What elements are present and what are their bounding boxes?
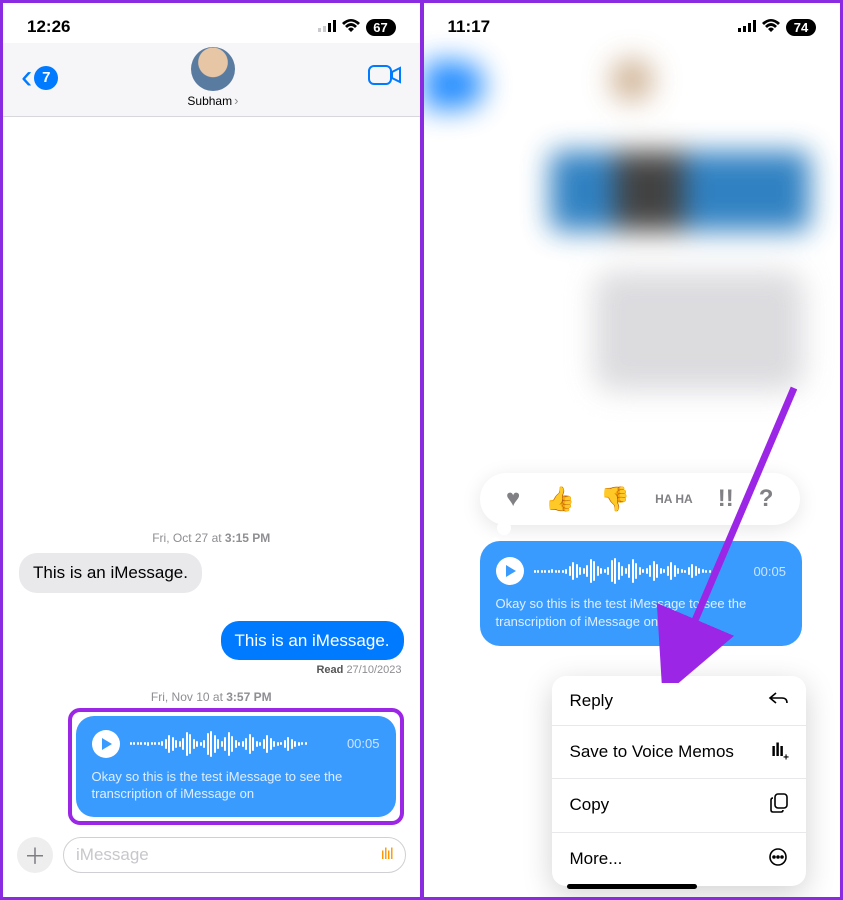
audio-duration: 00:05: [347, 736, 380, 751]
plus-button[interactable]: ＋: [17, 837, 53, 873]
avatar: [191, 47, 235, 91]
more-icon: [768, 847, 788, 872]
menu-more[interactable]: More...: [552, 833, 807, 886]
home-indicator[interactable]: [567, 884, 697, 889]
tapback-thumbs-up[interactable]: 👍: [545, 485, 575, 514]
audio-transcript: Okay so this is the test iMessage to see…: [92, 768, 380, 803]
menu-reply[interactable]: Reply: [552, 676, 807, 726]
audio-transcript: Okay so this is the test iMessage to see…: [496, 595, 787, 630]
input-placeholder: iMessage: [76, 845, 149, 865]
tapback-thumbs-down[interactable]: 👎: [600, 485, 630, 514]
compose-bar: ＋ iMessage ılıl: [3, 827, 420, 897]
waveform-icon: [130, 730, 337, 758]
back-button[interactable]: ‹ 7: [21, 66, 58, 90]
battery-level: 67: [366, 19, 396, 36]
menu-label: Save to Voice Memos: [570, 742, 734, 762]
status-time: 11:17: [448, 17, 491, 37]
status-bar: 11:17 74: [424, 3, 841, 37]
copy-icon: [770, 793, 788, 818]
context-menu: Reply Save to Voice Memos ılı+ Copy More…: [552, 676, 807, 886]
waveform-icon: [534, 557, 744, 585]
conversation: Fri, Oct 27 at 3:15 PM This is an iMessa…: [3, 119, 420, 825]
status-right: 67: [318, 17, 396, 37]
tapback-heart[interactable]: ♥: [506, 485, 520, 513]
timestamp: Fri, Oct 27 at 3:15 PM: [19, 531, 404, 545]
wifi-icon: [342, 17, 360, 37]
audio-message[interactable]: 00:05 Okay so this is the test iMessage …: [76, 716, 396, 817]
tapback-haha[interactable]: HA HA: [655, 494, 693, 505]
chevron-left-icon: ‹: [21, 67, 32, 87]
tapback-exclaim[interactable]: !!: [718, 485, 734, 513]
play-button[interactable]: [92, 730, 120, 758]
wifi-icon: [762, 17, 780, 37]
nav-bar: ‹ 7 Subham: [3, 43, 420, 117]
audio-duration: 00:05: [753, 564, 786, 579]
facetime-button[interactable]: [368, 63, 402, 92]
menu-copy[interactable]: Copy: [552, 779, 807, 833]
cellular-icon: [738, 17, 756, 37]
screen-conversation: 12:26 67 ‹ 7 Subham Fri, Oct 27 at 3:15 …: [3, 3, 420, 897]
cellular-icon: [318, 17, 336, 37]
voice-memo-icon: ılı+: [771, 740, 788, 764]
timestamp: Fri, Nov 10 at 3:57 PM: [19, 690, 404, 704]
tapback-bar: ♥ 👍 👎 HA HA !! ?: [480, 473, 801, 525]
play-button[interactable]: [496, 557, 524, 585]
audio-record-icon[interactable]: ılıl: [381, 846, 393, 864]
message-outgoing[interactable]: This is an iMessage.: [221, 621, 404, 660]
menu-label: Copy: [570, 795, 610, 815]
read-receipt: Read 27/10/2023: [316, 664, 401, 676]
message-incoming[interactable]: This is an iMessage.: [19, 553, 202, 592]
status-time: 12:26: [27, 17, 70, 37]
status-bar: 12:26 67: [3, 3, 420, 37]
audio-message-focused[interactable]: 00:05 Okay so this is the test iMessage …: [480, 541, 803, 646]
status-right: 74: [738, 17, 816, 37]
battery-level: 74: [786, 19, 816, 36]
screen-context-menu: 11:17 74 ♥ 👍 👎 HA HA !! ? 00:05: [424, 3, 841, 897]
unread-badge: 7: [34, 66, 58, 90]
highlight-annotation: 00:05 Okay so this is the test iMessage …: [68, 708, 404, 825]
contact-name: Subham: [187, 93, 238, 108]
contact-header[interactable]: Subham: [187, 47, 238, 108]
menu-label: Reply: [570, 691, 613, 711]
tapback-question[interactable]: ?: [759, 485, 774, 513]
reply-icon: [768, 690, 788, 711]
message-input[interactable]: iMessage ılıl: [63, 837, 406, 873]
menu-save-voice-memos[interactable]: Save to Voice Memos ılı+: [552, 726, 807, 779]
menu-label: More...: [570, 849, 623, 869]
